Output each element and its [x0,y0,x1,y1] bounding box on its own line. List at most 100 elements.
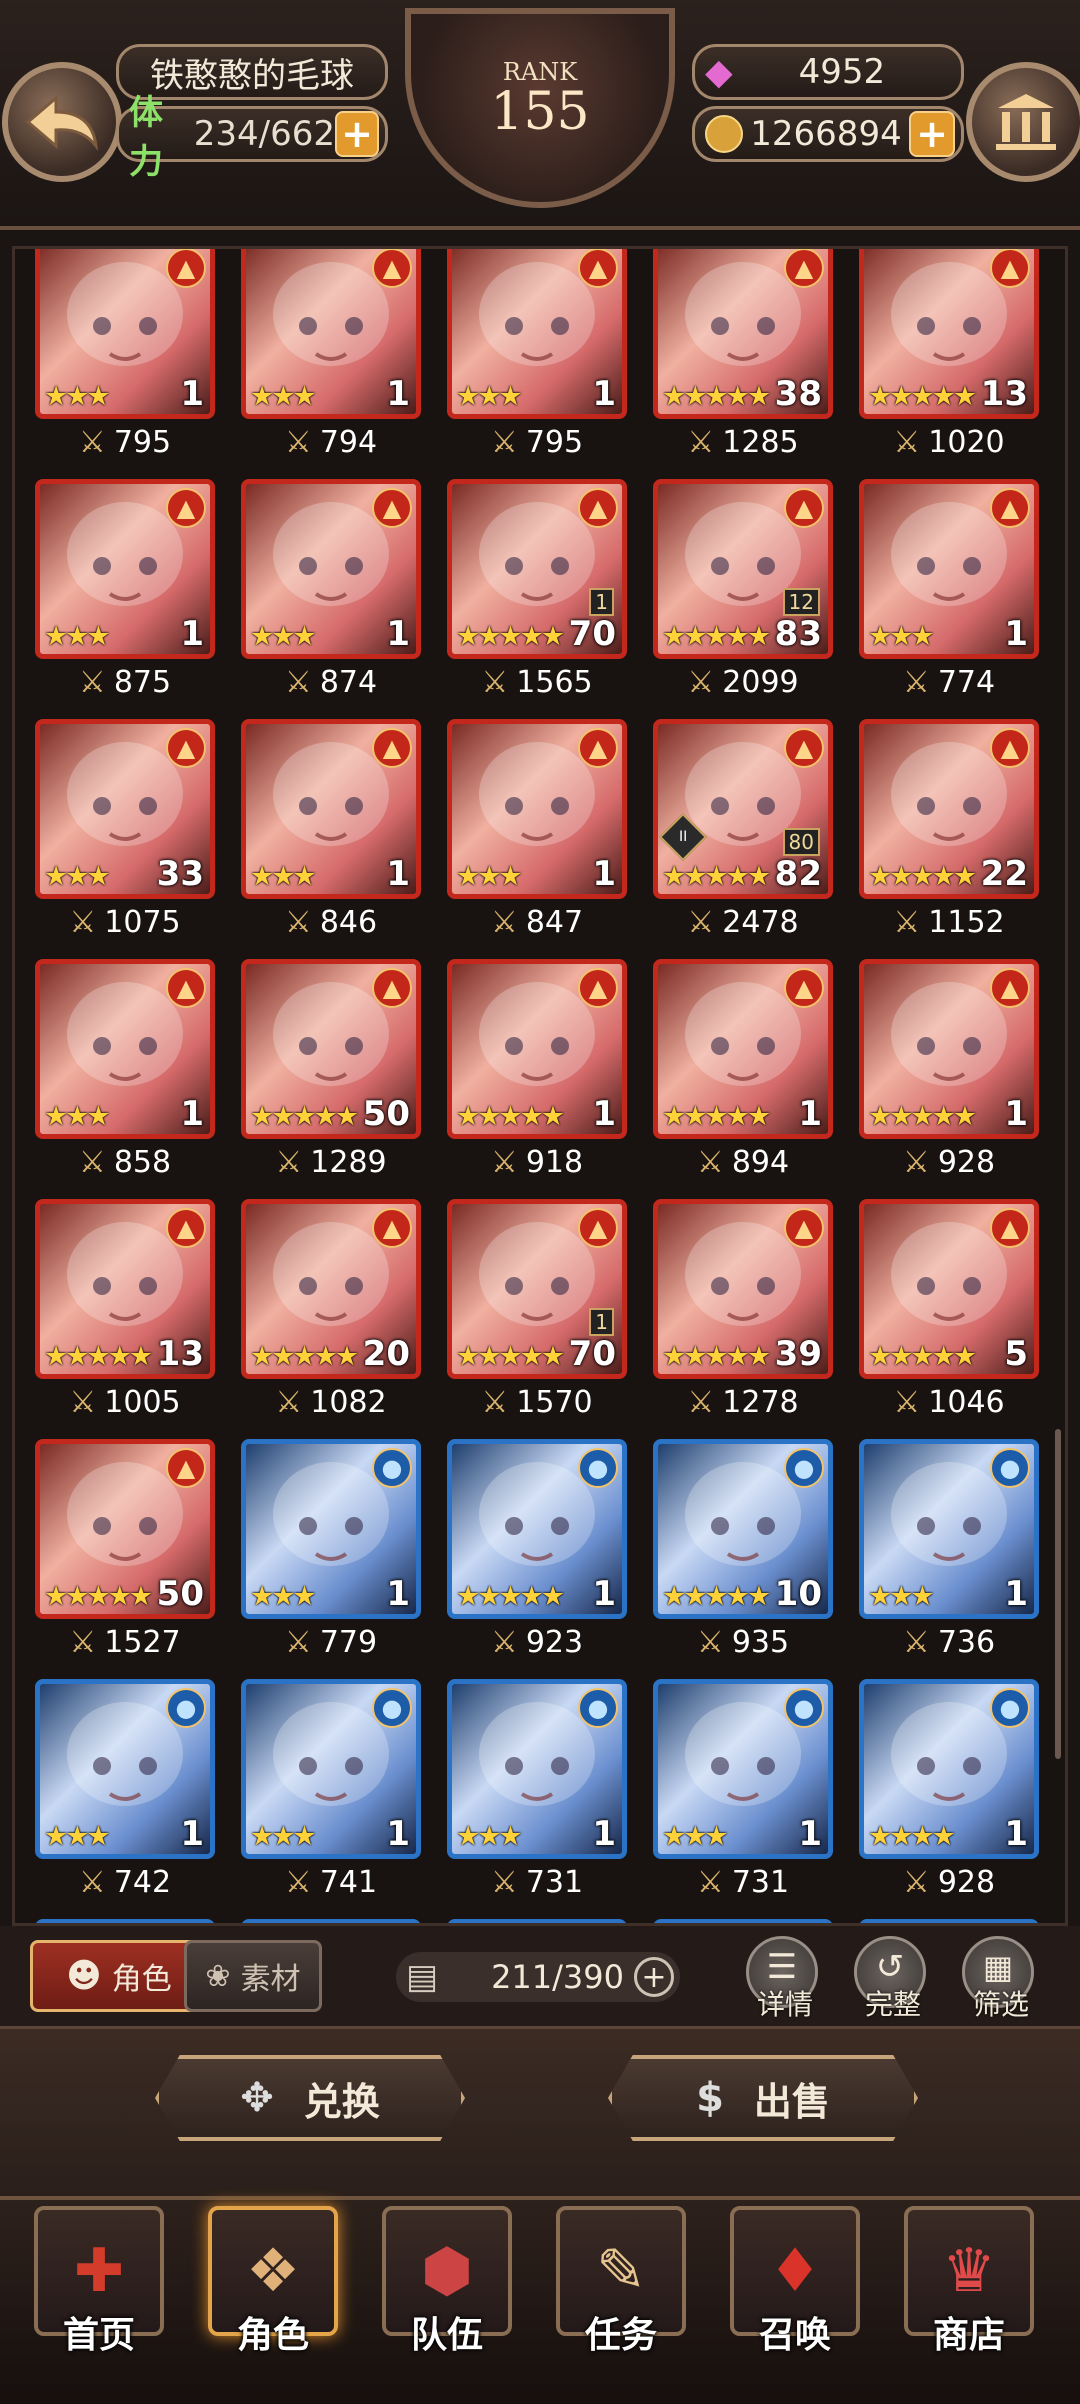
character-card[interactable]: ● ★★★ 1 [859,1439,1039,1619]
library-button[interactable] [966,62,1080,182]
star-rating: ★★★ [44,861,111,892]
character-card[interactable]: ▲ ★★★ 33 [35,719,215,899]
character-card[interactable]: ▲ ★★★★★ 50 [35,1439,215,1619]
capacity-add-button[interactable]: + [634,1957,674,1997]
star-rating: ★★★★★ [868,381,977,412]
character-card[interactable]: ● ★★★★★ 1 [447,1439,627,1619]
character-card[interactable]: ▲ ★★★ 1 [35,959,215,1139]
character-card[interactable]: ● ★★★ 1 [241,1679,421,1859]
power-value: ⚔ 874 [241,665,421,700]
crossed-swords-icon: ⚔ [490,1865,518,1900]
crossed-swords-icon: ⚔ [893,1385,921,1420]
gold-box: 1266894 + [692,106,964,162]
character-card[interactable]: ▲ ★★★★★ 13 [35,1199,215,1379]
character-level: 20 [362,1334,410,1374]
nav-summon[interactable]: ♦ 召唤 [730,2206,860,2376]
character-card[interactable]: ▲ ★★★ 1 [859,479,1039,659]
star-rating: ★★★ [44,1821,111,1852]
fire-element-icon: ▲ [578,728,618,768]
character-card[interactable]: ▲ ★★★★★ 50 [241,959,421,1139]
power-value: ⚔ 1046 [859,1385,1039,1420]
character-card[interactable]: ▲ ★★★ 1 [447,249,627,419]
scrollbar-thumb[interactable] [1055,1429,1061,1759]
star-rating: ★★★★★ [456,1341,565,1372]
gold-add-button[interactable]: + [909,111,955,157]
power-number: 1570 [516,1385,593,1420]
character-card[interactable]: ▲ ★★★★★ 1 [859,959,1039,1139]
character-card[interactable]: ▲ II 80 ★★★★★ 82 [653,719,833,899]
character-card[interactable] [241,1919,421,1923]
character-card[interactable]: ▲ ★★★ 1 [35,249,215,419]
character-card[interactable]: ▲ ★★★ 1 [447,719,627,899]
character-grid: ▲ ★★★ 1 ⚔ 795 ▲ ★★★ 1 ⚔ 794 ▲ ★★★ 1 ⚔ 795 ▲ ★★★★★ 38 ⚔ 1285… [12,246,1068,1926]
character-card[interactable]: ● ★★★ 1 [447,1679,627,1859]
back-button[interactable] [2,62,122,182]
level-cap-badge: 1 [589,588,614,616]
character-card[interactable]: ▲ ★★★ 1 [241,249,421,419]
power-value: ⚔ 2099 [653,665,833,700]
nav-team[interactable]: ⬢ 队伍 [382,2206,512,2376]
tab-materials[interactable]: ❀ 素材 [184,1940,322,2012]
fire-element-icon: ▲ [166,488,206,528]
character-card[interactable]: ▲ 1 ★★★★★ 70 [447,479,627,659]
complete-button[interactable]: ↺ 完整 [854,1936,926,2021]
character-tab-icon: ☻ [66,1956,102,1996]
character-level: 1 [1004,1094,1028,1134]
power-number: 918 [525,1145,584,1180]
power-number: 795 [113,425,172,460]
character-card[interactable]: ▲ 1 ★★★★★ 70 [447,1199,627,1379]
stamina-add-button[interactable]: + [335,111,379,157]
character-card[interactable]: ▲ 12 ★★★★★ 83 [653,479,833,659]
character-card[interactable]: ▲ ★★★ 1 [241,479,421,659]
nav-characters[interactable]: ❖ 角色 [208,2206,338,2376]
nav-shop[interactable]: ♛ 商店 [904,2206,1034,2376]
character-card[interactable]: ▲ ★★★★★ 1 [653,959,833,1139]
character-card[interactable]: ● ★★★ 1 [241,1439,421,1619]
character-card[interactable]: ● ★★★ 1 [35,1679,215,1859]
fire-element-icon: ▲ [784,968,824,1008]
character-card[interactable]: ▲ ★★★★★ 39 [653,1199,833,1379]
star-rating: ★★★★★ [868,861,977,892]
character-card[interactable] [35,1919,215,1923]
crossed-swords-icon: ⚔ [275,1145,303,1180]
character-level: 1 [592,1574,616,1614]
capacity-box: ▤ 211/390 + [396,1952,680,2002]
power-value: ⚔ 736 [859,1625,1039,1660]
power-value: ⚔ 1289 [241,1145,421,1180]
character-card[interactable]: ● ★★★ 1 [653,1679,833,1859]
sell-button[interactable]: $ 出售 [608,2055,918,2141]
details-button[interactable]: ☰ 详情 [746,1936,818,2021]
crossed-swords-icon: ⚔ [284,905,312,940]
character-card[interactable]: ▲ ★★★★★ 1 [447,959,627,1139]
power-number: 795 [525,425,584,460]
character-level: 70 [568,1334,616,1374]
character-card[interactable]: ● ★★★★ 1 [859,1679,1039,1859]
character-card[interactable] [447,1919,627,1923]
fire-element-icon: ▲ [578,968,618,1008]
character-card[interactable]: ▲ ★★★★★ 22 [859,719,1039,899]
character-card[interactable] [653,1919,833,1923]
crossed-swords-icon: ⚔ [687,425,715,460]
character-card[interactable]: ▲ ★★★★★ 38 [653,249,833,419]
character-card[interactable]: ● ★★★★★ 10 [653,1439,833,1619]
tab-characters[interactable]: ☻ 角色 [30,1940,208,2012]
power-number: 1075 [104,905,181,940]
water-element-icon: ● [784,1448,824,1488]
fire-element-icon: ▲ [784,1208,824,1248]
character-level: 1 [1004,1814,1028,1854]
filter-button[interactable]: ▦ 筛选 [962,1936,1034,2021]
exchange-button[interactable]: ✥ 兑换 [155,2055,465,2141]
character-card[interactable] [859,1919,1039,1923]
character-card[interactable]: ▲ ★★★ 1 [241,719,421,899]
character-card[interactable]: ▲ ★★★ 1 [35,479,215,659]
nav-summon-label: 召唤 [758,2315,831,2356]
character-card[interactable]: ▲ ★★★★★ 20 [241,1199,421,1379]
star-rating: ★★★★★ [662,1581,771,1612]
nav-quests[interactable]: ✎ 任务 [556,2206,686,2376]
character-card[interactable]: ▲ ★★★★★ 13 [859,249,1039,419]
character-card[interactable]: ▲ ★★★★★ 5 [859,1199,1039,1379]
action-area: ✥ 兑换 $ 出售 [0,2026,1080,2199]
power-number: 731 [731,1865,790,1900]
nav-home[interactable]: ✚ 首页 [34,2206,164,2376]
power-number: 1289 [310,1145,387,1180]
